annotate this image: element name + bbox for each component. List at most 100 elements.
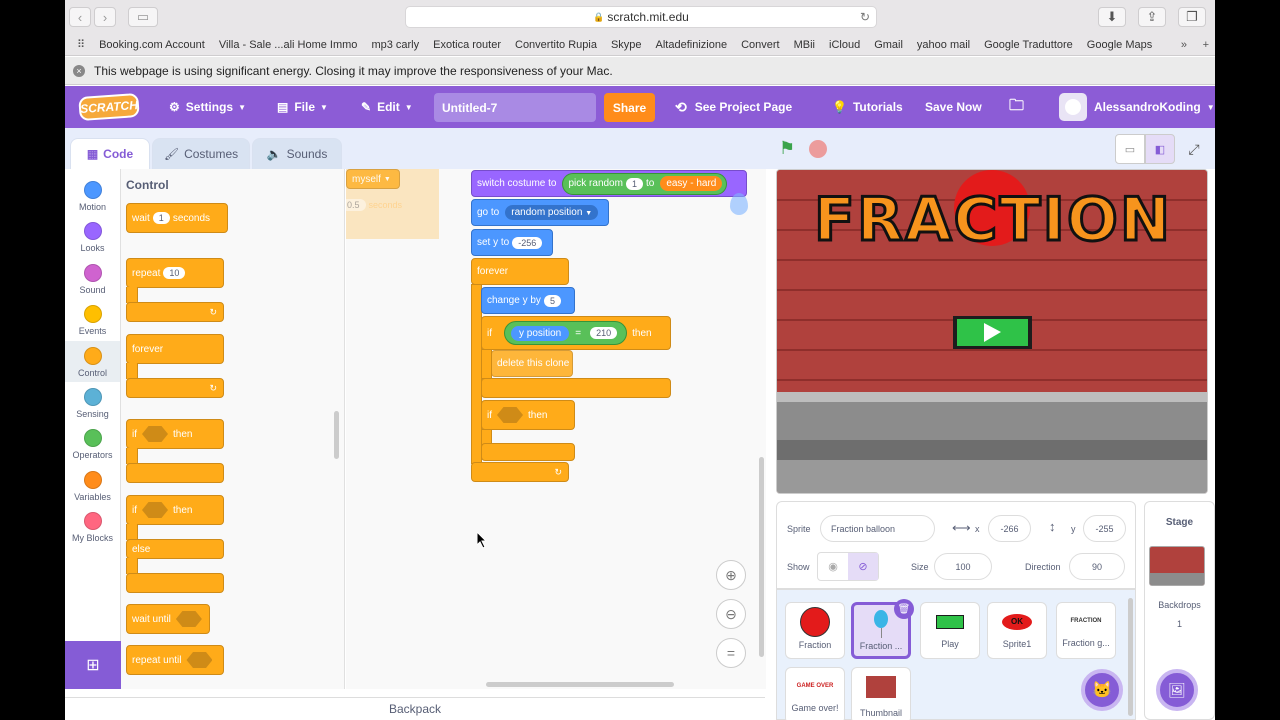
address-bar[interactable]: 🔒 scratch.mit.edu ↻ [405,6,877,28]
switch-costume-block[interactable]: switch costume to pick random 1 to easy … [471,170,747,197]
category-operators[interactable]: Operators [65,423,120,464]
fullscreen-button[interactable]: ⤢ [1179,134,1209,164]
downloads-button[interactable]: ⬇ [1098,7,1126,27]
condition-slot[interactable] [175,611,202,627]
category-control[interactable]: Control [65,340,120,382]
go-to-dropdown[interactable]: random position ▼ [505,205,599,220]
condition-slot[interactable] [497,407,523,423]
costume-variable[interactable]: easy - hard [660,176,723,191]
wait-until-block[interactable]: wait until [126,604,210,634]
scratch-logo[interactable]: SCRATCH [78,92,140,122]
sprite-name-input[interactable]: Fraction balloon [820,515,935,542]
repeat-until-block[interactable]: repeat until [126,645,224,675]
new-tab-icon[interactable]: + [1203,39,1209,51]
bookmark-item[interactable]: iCloud [829,39,860,51]
category-events[interactable]: Events [65,299,120,340]
zoom-reset-button[interactable]: = [716,638,746,668]
stage-selector[interactable]: Stage Backdrops 1 🖼 [1144,501,1215,720]
sprite-tile-fraction-balloon[interactable]: Fraction ... 🗑 [851,599,914,659]
category-variables[interactable]: Variables [65,465,120,506]
save-now-button[interactable]: Save Now [925,86,982,128]
bookmark-item[interactable]: Villa - Sale ...ali Home Immo [219,39,358,51]
if-then-block[interactable]: if then [126,419,224,449]
forward-button[interactable]: › [94,7,116,27]
add-extension-button[interactable]: ⊞ [65,641,121,689]
tab-costumes[interactable]: 🖌 Costumes [152,138,250,169]
sprite-tile-thumbnail[interactable]: Thumbnail [851,667,911,720]
script-vertical-scrollbar[interactable] [759,457,764,657]
bookmark-item[interactable]: Gmail [874,39,903,51]
tabs-button[interactable]: ❐ [1178,7,1206,27]
bookmark-item[interactable]: Exotica router [433,39,501,51]
condition-slot[interactable] [142,426,168,442]
go-to-block[interactable]: go to random position ▼ [471,199,609,226]
tab-sounds[interactable]: 🔈 Sounds [252,138,342,169]
change-y-block[interactable]: change y by 5 [481,287,575,314]
sprite-list-scrollbar[interactable] [1128,598,1133,716]
repeat-input[interactable]: 10 [163,267,186,279]
green-flag-icon[interactable]: ⚑ [779,138,795,159]
delete-clone-block[interactable]: delete this clone [491,350,573,377]
share-page-button[interactable]: ⇪ [1138,7,1166,27]
pick-random-block[interactable]: pick random 1 to easy - hard [562,172,728,195]
see-project-page-button[interactable]: ⟲ See Project Page [675,86,792,128]
edit-menu[interactable]: ✎ Edit ▼ [361,86,413,128]
set-y-block[interactable]: set y to -256 [471,229,553,256]
if-else-block[interactable]: if then [126,495,224,525]
change-y-input[interactable]: 5 [543,294,561,307]
large-stage-button[interactable]: ◧ [1145,134,1175,164]
bookmark-item[interactable]: Skype [611,39,642,51]
wait-input[interactable]: 1 [152,212,170,224]
share-button[interactable]: Share [604,93,655,122]
equals-operator-block[interactable]: y position = 210 [504,321,628,345]
bookmark-item[interactable]: Convertito Rupia [515,39,597,51]
forever-block[interactable]: forever [126,334,224,364]
delete-sprite-icon[interactable]: 🗑 [894,599,914,619]
category-motion[interactable]: Motion [65,175,120,216]
if-then-block-1[interactable]: if y position = 210 then [481,316,671,350]
script-horizontal-scrollbar[interactable] [486,682,674,687]
add-sprite-button[interactable]: 🐱 [1081,669,1123,711]
zoom-in-button[interactable]: ⊕ [716,560,746,590]
category-my-blocks[interactable]: My Blocks [65,506,120,547]
condition-slot[interactable] [142,502,168,518]
size-input[interactable]: 100 [934,553,992,580]
eye-slash-icon[interactable]: ⊘ [848,553,878,580]
wait-block[interactable]: wait 1 seconds [126,203,228,233]
bookmark-item[interactable]: Convert [741,39,780,51]
bookmark-item[interactable]: mp3 carly [371,39,419,51]
sprite-tile-play[interactable]: Play [920,602,980,659]
settings-menu[interactable]: ⚙ Settings ▼ [169,86,246,128]
project-title-input[interactable]: Untitled-7 [434,93,596,122]
x-input[interactable]: -266 [988,515,1031,542]
sprite-tile-game-over[interactable]: GAME OVER Game over! [785,667,845,720]
random-from-input[interactable]: 1 [625,177,643,190]
sidebar-button[interactable]: ▭ [128,7,158,27]
grid-icon[interactable]: ⠿ [77,38,85,51]
bookmark-item[interactable]: Google Maps [1087,39,1152,51]
category-sound[interactable]: Sound [65,258,120,299]
eye-icon[interactable]: ◉ [818,553,848,580]
condition-slot[interactable] [186,652,213,668]
backpack-bar[interactable]: Backpack [65,697,765,720]
category-looks[interactable]: Looks [65,216,120,257]
tab-code[interactable]: ▦ Code [70,138,150,169]
script-area[interactable]: myself ▼ 0.5 seconds switch costume to pic… [346,169,766,689]
forever-block[interactable]: forever [471,258,569,285]
direction-input[interactable]: 90 [1069,553,1125,580]
zoom-out-button[interactable]: ⊖ [716,599,746,629]
y-position-reporter[interactable]: y position [511,325,570,341]
stage-canvas[interactable]: FRACTION [776,169,1208,494]
if-then-block-2[interactable]: if then [481,400,575,430]
my-stuff-folder-icon[interactable]: 🗀 [1009,86,1024,128]
bookmark-item[interactable]: Google Traduttore [984,39,1073,51]
reload-icon[interactable]: ↻ [860,10,870,24]
bookmark-item[interactable]: yahoo mail [917,39,970,51]
tutorials-button[interactable]: 💡 Tutorials [832,86,903,128]
bookmark-item[interactable]: Altadefinizione [656,39,728,51]
palette-scrollbar[interactable] [334,411,339,459]
bookmark-item[interactable]: Booking.com Account [99,39,205,51]
close-warning-icon[interactable]: × [73,64,85,77]
y-input[interactable]: -255 [1083,515,1126,542]
add-backdrop-button[interactable]: 🖼 [1156,669,1198,711]
